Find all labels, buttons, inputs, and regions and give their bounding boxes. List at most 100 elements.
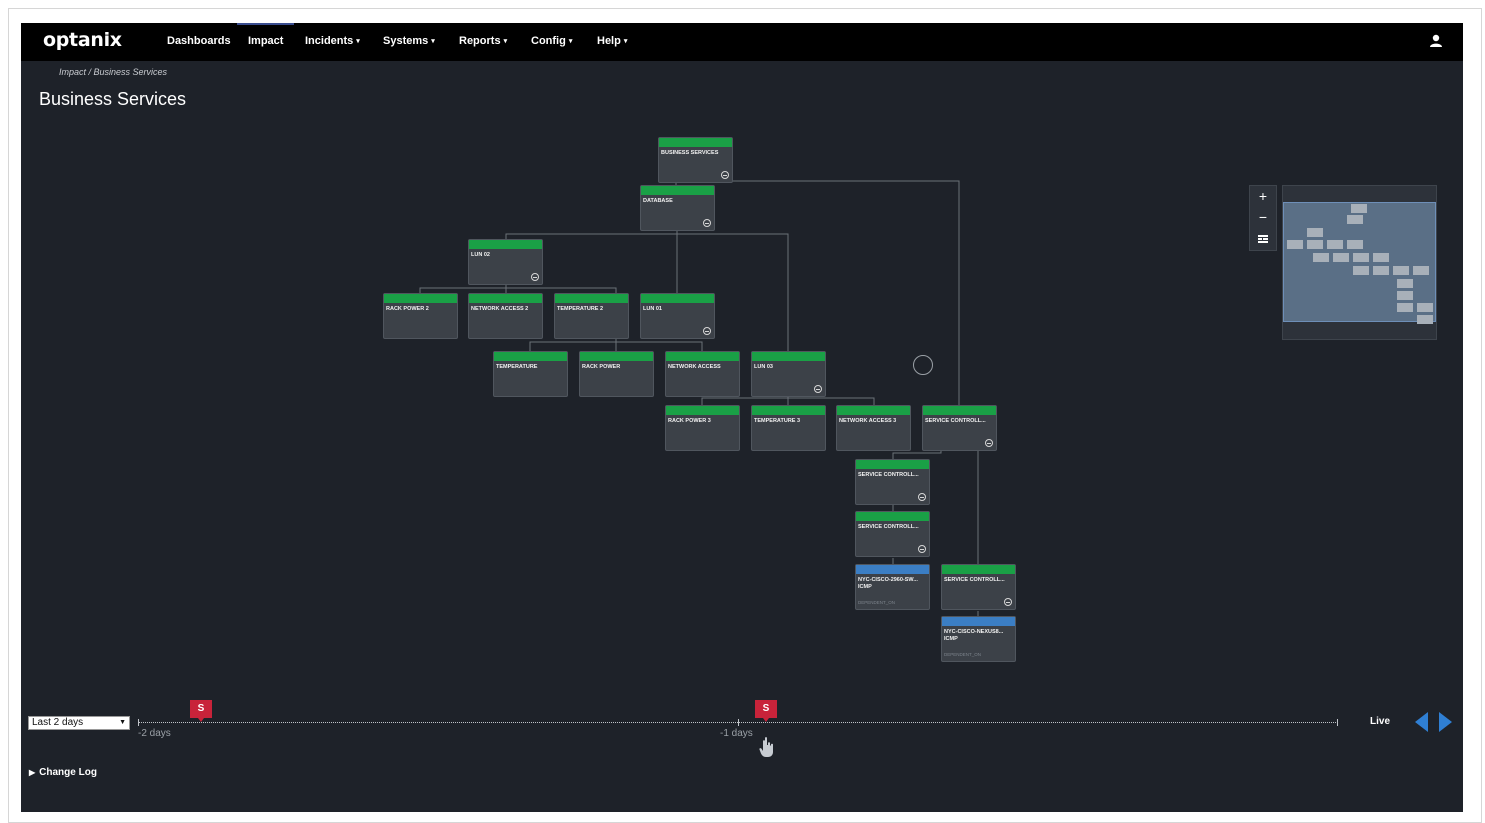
node-temperature[interactable]: TEMPERATURE [493, 351, 568, 397]
node-rack-power[interactable]: RACK POWER [579, 351, 654, 397]
node-service-controller-3[interactable]: SERVICE CONTROLL... [855, 511, 930, 557]
graph-edges [419, 179, 979, 617]
collapse-icon[interactable] [918, 493, 926, 501]
node-label: DATABASE [643, 198, 673, 204]
timeline-label-1-days: -1 days [720, 728, 753, 739]
node-label: SERVICE CONTROLL... [858, 524, 919, 530]
app-window: optanix Dashboards Impact Incidents ▾ Sys… [21, 23, 1463, 812]
node-label: NETWORK ACCESS 3 [839, 418, 897, 424]
node-label: NYC-CISCO-2960-SW... ICMP [858, 577, 918, 590]
cursor-ring-icon [913, 355, 933, 375]
zoom-in-button[interactable]: + [1250, 186, 1276, 207]
minimap-viewport[interactable] [1283, 202, 1436, 324]
timeline-back-button[interactable] [1415, 712, 1428, 732]
impact-graph-canvas[interactable]: BUSINESS SERVICES DATABASE LUN 02 RACK P… [21, 23, 1463, 703]
zoom-controls: + − [1249, 185, 1277, 251]
time-range-select[interactable]: Last 2 days ▼ [28, 716, 130, 730]
timeline-forward-button[interactable] [1439, 712, 1452, 732]
node-label: TEMPERATURE [496, 364, 538, 370]
drag-hand-icon[interactable] [758, 736, 776, 758]
node-label: SERVICE CONTROLL... [944, 577, 1005, 583]
status-bar [555, 294, 628, 303]
node-label: LUN 03 [754, 364, 773, 370]
snapshot-marker[interactable]: S [190, 700, 212, 722]
node-temperature-2[interactable]: TEMPERATURE 2 [554, 293, 629, 339]
time-range-value: Last 2 days [32, 717, 84, 728]
node-network-access[interactable]: NETWORK ACCESS [665, 351, 740, 397]
status-bar [752, 406, 825, 415]
collapse-icon[interactable] [814, 385, 822, 393]
live-label[interactable]: Live [1370, 716, 1390, 727]
collapse-icon[interactable] [703, 219, 711, 227]
node-lun-02[interactable]: LUN 02 [468, 239, 543, 285]
node-label: RACK POWER 2 [386, 306, 429, 312]
node-temperature-3[interactable]: TEMPERATURE 3 [751, 405, 826, 451]
status-bar [942, 617, 1015, 626]
status-bar [494, 352, 567, 361]
grid-icon [1258, 235, 1268, 243]
node-business-services[interactable]: BUSINESS SERVICES [658, 137, 733, 183]
node-lun-03[interactable]: LUN 03 [751, 351, 826, 397]
node-label: BUSINESS SERVICES [661, 150, 719, 156]
zoom-fit-button[interactable] [1250, 228, 1276, 249]
node-nyc-cisco-2960[interactable]: NYC-CISCO-2960-SW... ICMP DEPENDENT_ON [855, 564, 930, 610]
zoom-out-button[interactable]: − [1250, 207, 1276, 228]
node-rack-power-3[interactable]: RACK POWER 3 [665, 405, 740, 451]
node-service-controller-4[interactable]: SERVICE CONTROLL... [941, 564, 1016, 610]
minimap[interactable] [1282, 185, 1437, 340]
node-rack-power-2[interactable]: RACK POWER 2 [383, 293, 458, 339]
node-label: NETWORK ACCESS [668, 364, 721, 370]
status-bar [469, 294, 542, 303]
node-label: LUN 01 [643, 306, 662, 312]
status-bar [856, 512, 929, 521]
node-label: RACK POWER [582, 364, 621, 370]
snapshot-marker[interactable]: S [755, 700, 777, 722]
dropdown-arrow-icon: ▼ [119, 719, 126, 726]
node-sublabel: DEPENDENT_ON [944, 652, 982, 657]
change-log-toggle[interactable]: ▶ Change Log [29, 767, 97, 778]
status-bar [837, 406, 910, 415]
node-sublabel: DEPENDENT_ON [858, 600, 896, 605]
collapse-icon[interactable] [918, 545, 926, 553]
collapse-icon[interactable] [703, 327, 711, 335]
node-database[interactable]: DATABASE [640, 185, 715, 231]
node-network-access-3[interactable]: NETWORK ACCESS 3 [836, 405, 911, 451]
status-bar [666, 352, 739, 361]
timeline-label-2-days: -2 days [138, 728, 171, 739]
status-bar [659, 138, 732, 147]
node-label: NYC-CISCO-NEXUS8... ICMP [944, 629, 1004, 642]
node-lun-01[interactable]: LUN 01 [640, 293, 715, 339]
node-label: SERVICE CONTROLL... [925, 418, 986, 424]
collapse-icon[interactable] [721, 171, 729, 179]
timeline-track[interactable] [138, 719, 1338, 726]
node-label: LUN 02 [471, 252, 490, 258]
expand-triangle-icon: ▶ [29, 768, 36, 777]
status-bar [752, 352, 825, 361]
timeline-tick [738, 719, 739, 726]
collapse-icon[interactable] [1004, 598, 1012, 606]
node-label: NETWORK ACCESS 2 [471, 306, 529, 312]
status-bar [469, 240, 542, 249]
timeline-tick [1337, 719, 1338, 726]
node-label: SERVICE CONTROLL... [858, 472, 919, 478]
node-service-controller-1[interactable]: SERVICE CONTROLL... [922, 405, 997, 451]
status-bar [856, 565, 929, 574]
status-bar [580, 352, 653, 361]
status-bar [666, 406, 739, 415]
status-bar [641, 186, 714, 195]
change-log-label: Change Log [39, 767, 97, 778]
node-nyc-cisco-nexus[interactable]: NYC-CISCO-NEXUS8... ICMP DEPENDENT_ON [941, 616, 1016, 662]
status-bar [856, 460, 929, 469]
collapse-icon[interactable] [985, 439, 993, 447]
timeline-tick [138, 719, 139, 726]
node-label: RACK POWER 3 [668, 418, 711, 424]
node-service-controller-2[interactable]: SERVICE CONTROLL... [855, 459, 930, 505]
status-bar [641, 294, 714, 303]
status-bar [942, 565, 1015, 574]
status-bar [923, 406, 996, 415]
collapse-icon[interactable] [531, 273, 539, 281]
node-label: TEMPERATURE 2 [557, 306, 604, 312]
node-network-access-2[interactable]: NETWORK ACCESS 2 [468, 293, 543, 339]
status-bar [384, 294, 457, 303]
node-label: TEMPERATURE 3 [754, 418, 801, 424]
